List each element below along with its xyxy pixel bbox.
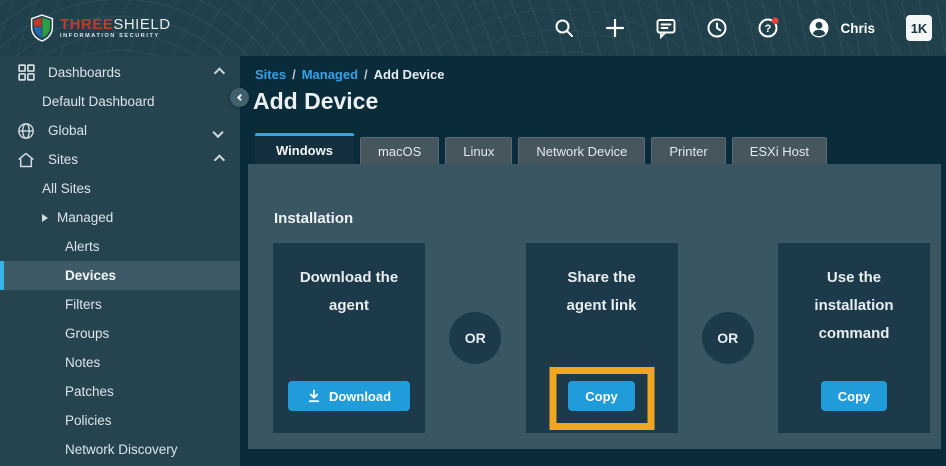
chevron-left-icon [236,93,245,102]
expand-triangle-icon [42,213,48,222]
sidebar-item-policies[interactable]: Policies [0,406,240,435]
sidebar-item-devices[interactable]: Devices [0,261,240,290]
installation-heading: Installation [274,210,354,227]
user-name: Chris [840,20,875,36]
svg-text:?: ? [765,23,772,35]
sidebar-item-label: Patches [65,384,114,399]
notification-dot [772,17,780,25]
download-icon [307,389,321,403]
installation-panel: Installation Download the agent Download… [248,164,941,449]
download-button-label: Download [328,388,392,404]
breadcrumb-sites[interactable]: Sites [255,67,286,82]
sidebar-item-patches[interactable]: Patches [0,377,240,406]
sidebar-item-filters[interactable]: Filters [0,290,240,319]
sidebar-item-label: Alerts [65,239,100,254]
card-title-line: Use the [826,269,882,286]
or-separator: OR [449,312,502,364]
sidebar-item-label: Filters [65,297,102,312]
copy-command-button[interactable]: Copy [820,381,888,411]
sidebar-item-default-dashboard[interactable]: Default Dashboard [0,87,240,116]
sidebar-item-label: Network Discovery [65,442,178,457]
card-title: Use the installation command [814,264,893,348]
sidebar-item-sites[interactable]: Sites [0,145,240,174]
sidebar-collapse-button[interactable] [230,88,249,107]
card-title: Share the agent link [566,264,636,320]
card-title-line: agent link [566,297,637,314]
threeshield-logo: THREESHIELD INFORMATION SECURITY [30,14,171,42]
sidebar-item-label: Sites [48,152,79,167]
sidebar-item-label: Dashboards [48,65,121,80]
brand-name: THREESHIELD [60,17,171,32]
globe-icon [17,122,35,140]
sidebar-item-label: Managed [57,210,114,225]
copy-link-button[interactable]: Copy [568,381,635,411]
card-title-line: installation [814,297,894,314]
sidebar-item-dashboards[interactable]: Dashboards [0,58,240,87]
installation-options: Download the agent Download OR Share the [273,243,930,433]
sidebar-item-label: Notes [65,355,101,370]
share-agent-link-card: Share the agent link Copy [525,243,678,433]
sidebar-item-label: Default Dashboard [42,94,155,109]
sidebar-item-managed[interactable]: Managed [0,203,240,232]
tab-printer[interactable]: Printer [651,137,726,164]
breadcrumb-separator: / [364,67,368,82]
sidebar: Dashboards Default Dashboard Global Site… [0,56,240,466]
breadcrumb-separator: / [292,67,296,82]
history-icon[interactable] [705,16,729,40]
brand-three: THREE [60,15,114,33]
sidebar-item-notes[interactable]: Notes [0,348,240,377]
download-button[interactable]: Download [287,381,411,411]
tab-network-device[interactable]: Network Device [518,137,646,164]
chevron-up-icon [213,153,226,166]
card-title: Download the agent [300,264,398,320]
1k-badge[interactable]: 1K [906,15,932,41]
home-icon [17,151,35,169]
tab-linux[interactable]: Linux [445,137,513,164]
card-title-line: command [818,325,890,342]
sidebar-item-label: Groups [65,326,110,341]
sidebar-item-global[interactable]: Global [0,116,240,145]
sidebar-item-label: Global [48,123,88,138]
or-separator: OR [701,312,754,364]
sidebar-item-alerts[interactable]: Alerts [0,232,240,261]
brand-shield: SHIELD [113,15,171,33]
download-agent-card: Download the agent Download [273,243,425,433]
tab-windows[interactable]: Windows [255,133,354,164]
sidebar-item-label: Devices [65,268,117,283]
sidebar-item-label: All Sites [42,181,91,196]
chevron-down-icon [212,126,224,138]
card-title-line: Share the [567,269,636,286]
page-title: Add Device [253,88,379,114]
tab-esxi-host[interactable]: ESXi Host [731,137,827,164]
breadcrumb-managed[interactable]: Managed [302,67,358,82]
breadcrumb-current: Add Device [373,67,445,82]
add-icon[interactable] [603,16,627,40]
installation-command-card: Use the installation command Copy [778,243,930,433]
card-title-line: agent [328,297,369,314]
main-content: Sites / Managed / Add Device Add Device … [240,56,946,466]
topbar: THREESHIELD INFORMATION SECURITY ? Chris… [0,0,946,56]
tab-macos[interactable]: macOS [359,137,440,164]
chevron-up-icon [213,66,226,79]
account-menu[interactable]: Chris [807,16,875,40]
sidebar-item-label: Policies [65,413,112,428]
sidebar-item-network-discovery[interactable]: Network Discovery [0,435,240,464]
os-tabs: Windows macOS Linux Network Device Print… [255,133,827,164]
shield-logo-icon [30,14,54,42]
breadcrumb: Sites / Managed / Add Device [255,67,444,82]
sidebar-item-groups[interactable]: Groups [0,319,240,348]
brand-tagline: INFORMATION SECURITY [60,32,160,39]
help-icon[interactable]: ? [756,16,780,40]
avatar-icon [809,18,829,38]
dashboard-grid-icon [17,64,35,82]
messages-icon[interactable] [654,16,678,40]
sidebar-item-all-sites[interactable]: All Sites [0,174,240,203]
search-icon[interactable] [552,16,576,40]
card-title-line: Download the [299,269,399,286]
